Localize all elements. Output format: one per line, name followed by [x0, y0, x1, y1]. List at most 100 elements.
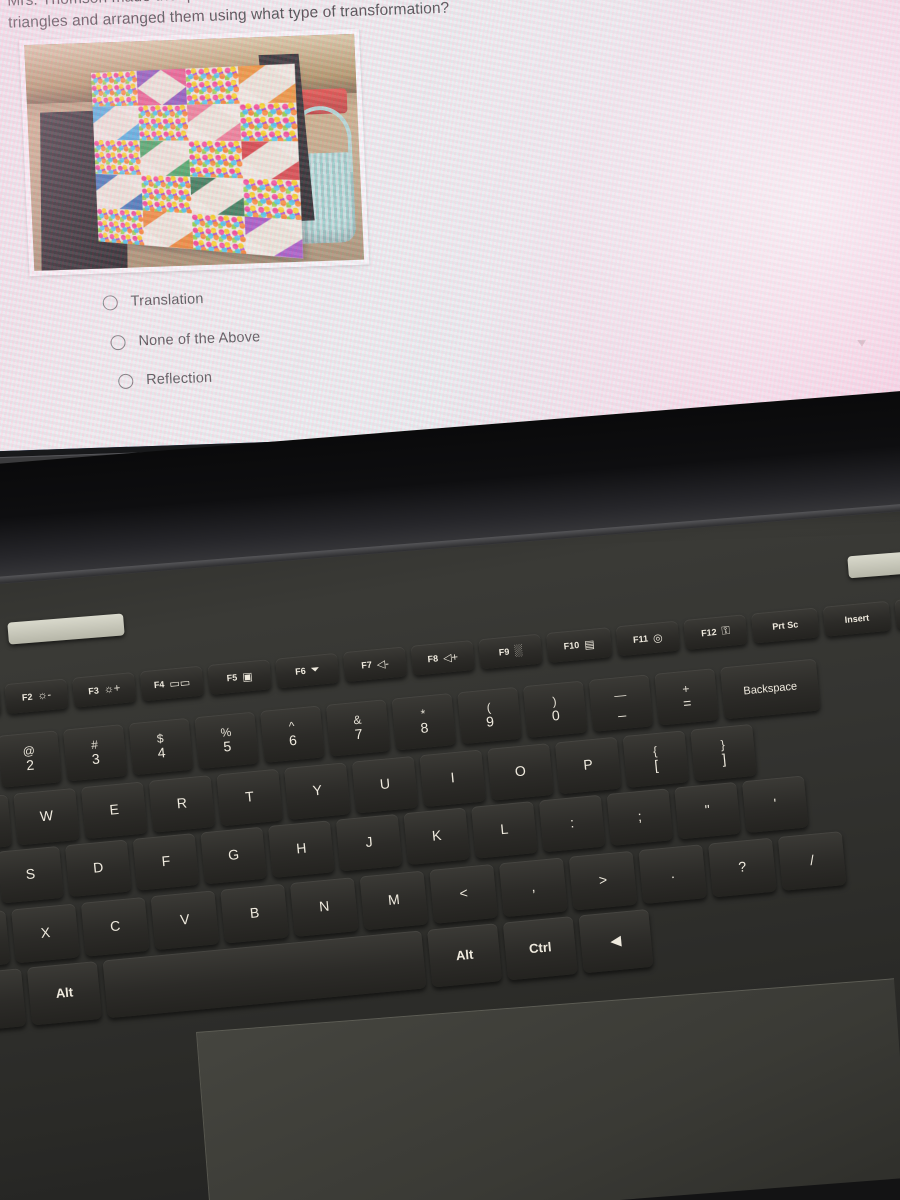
key-label: 5 — [222, 737, 232, 755]
key-r[interactable]: R — [148, 775, 216, 833]
key-alt[interactable]: Alt — [26, 961, 103, 1026]
key-7[interactable]: & 7 — [325, 699, 391, 757]
key-f4[interactable]: F4 ▭▭ — [139, 665, 205, 702]
key-shift-label: ( — [486, 700, 492, 715]
key-x[interactable]: > — [568, 850, 638, 911]
key-label: D — [92, 859, 104, 877]
key-label: E — [108, 801, 120, 818]
key-3[interactable]: #3 — [62, 724, 128, 782]
key-j[interactable]: J — [335, 813, 403, 872]
key-f3[interactable]: F3 ☼+ — [72, 671, 137, 708]
key-label: Y — [311, 781, 323, 799]
key-f1[interactable]: F1⚙ — [0, 684, 2, 720]
fkey-glyph: ◁- — [376, 657, 390, 671]
key-g[interactable]: G — [200, 826, 267, 885]
key-x[interactable]: , — [498, 857, 568, 918]
key-x[interactable]: ' — [741, 775, 809, 834]
radio-button-translation[interactable] — [102, 294, 119, 311]
key-del[interactable]: Del — [894, 594, 900, 630]
key-8[interactable]: * 8 — [391, 692, 457, 751]
key-f11[interactable]: F11 ◎ — [615, 620, 681, 657]
fkey-label: F9 — [498, 646, 510, 658]
key-s[interactable]: S — [0, 845, 64, 904]
key-x[interactable]: ; — [606, 788, 674, 846]
key-insert[interactable]: Insert — [822, 600, 892, 637]
key-m[interactable]: M — [359, 870, 429, 931]
key-f9[interactable]: F9 ░ — [478, 633, 543, 670]
key-k[interactable]: K — [403, 807, 471, 866]
key-x[interactable]: < — [429, 863, 499, 924]
key-label: : — [569, 814, 575, 831]
key-x[interactable]: " — [674, 781, 741, 840]
key-u[interactable]: U — [351, 755, 419, 814]
key-label: U — [379, 775, 391, 793]
key-w[interactable]: W — [13, 787, 80, 846]
key-f6[interactable]: F6 ⏷ — [275, 652, 340, 689]
key-5[interactable]: % 5 — [194, 711, 260, 770]
option-row-reflection[interactable]: Reflection — [117, 369, 213, 389]
key-x[interactable]: }] — [690, 723, 757, 782]
key-o[interactable]: O — [487, 743, 554, 801]
key-z[interactable]: Z — [0, 910, 11, 970]
option-label-none-of-the-above: None of the Above — [138, 329, 261, 350]
key-ctrl[interactable]: Ctrl — [502, 916, 578, 981]
key-x[interactable]: ? — [708, 837, 777, 898]
key-windows[interactable] — [0, 968, 27, 1034]
key-2[interactable]: @2 — [0, 730, 62, 788]
fkey-label: Insert — [844, 612, 870, 625]
fkey-glyph: ░ — [513, 644, 523, 658]
key-◀[interactable]: ◀ — [578, 908, 654, 974]
key-label: S — [25, 865, 36, 883]
key-label: L — [499, 820, 510, 838]
key-x[interactable]: : — [538, 794, 606, 853]
key-l[interactable]: L — [471, 801, 538, 859]
fkey-label: F8 — [427, 653, 439, 665]
key-f7[interactable]: F7 ◁- — [342, 646, 408, 683]
key-0[interactable]: ) 0 — [522, 680, 588, 738]
key-label: C — [109, 917, 121, 935]
key-f12[interactable]: F12 ⚿ — [683, 614, 748, 650]
key-d[interactable]: D — [64, 839, 132, 898]
fkey-glyph: ◁+ — [442, 650, 459, 665]
radio-button-none-of-the-above[interactable] — [110, 334, 126, 350]
option-label-reflection: Reflection — [145, 369, 213, 389]
key-6[interactable]: ^ 6 — [260, 705, 325, 763]
option-row-none-of-the-above[interactable]: None of the Above — [110, 329, 261, 350]
key-n[interactable]: N — [289, 877, 359, 937]
key-label: 0 — [551, 706, 561, 724]
key-v[interactable]: V — [150, 890, 220, 951]
key-prt-sc[interactable]: Prt Sc — [750, 607, 820, 644]
key-4[interactable]: $4 — [128, 717, 194, 776]
key-q[interactable]: Q — [0, 794, 13, 852]
key-i[interactable]: I — [419, 749, 487, 808]
option-row-translation[interactable]: Translation — [102, 291, 204, 311]
key-=[interactable]: + = — [654, 668, 719, 726]
key-b[interactable]: B — [220, 883, 290, 944]
key-label: " — [704, 801, 711, 819]
key-c[interactable]: C — [80, 896, 150, 957]
fkey-label: F10 — [563, 639, 580, 652]
key-x[interactable]: / — [777, 831, 847, 891]
key-f2[interactable]: F2 ☼- — [4, 678, 69, 715]
key-t[interactable]: T — [216, 768, 283, 827]
key-9[interactable]: (9 — [457, 686, 522, 745]
key-backspace[interactable]: Backspace — [720, 658, 821, 720]
key-f[interactable]: F — [132, 833, 200, 891]
key-e[interactable]: E — [80, 781, 148, 840]
key-x[interactable]: . — [638, 844, 708, 905]
key-label: ] — [721, 750, 727, 767]
key-x[interactable]: {[ — [622, 730, 690, 788]
key-f5[interactable]: F5 ▣ — [207, 659, 272, 695]
key-p[interactable]: P — [554, 736, 622, 795]
key-y[interactable]: Y — [284, 762, 351, 820]
key-h[interactable]: H — [268, 820, 335, 878]
key-f10[interactable]: F10 ▤ — [545, 627, 613, 663]
key-_[interactable]: — _ — [588, 674, 654, 732]
radio-button-reflection[interactable] — [117, 373, 134, 389]
key-label: Alt — [455, 946, 474, 964]
key-label: W — [39, 807, 54, 825]
key-x[interactable]: X — [11, 903, 80, 964]
key-alt[interactable]: Alt — [427, 923, 503, 988]
key-f8[interactable]: F8 ◁+ — [410, 640, 476, 676]
fkey-label: F4 — [153, 679, 165, 691]
